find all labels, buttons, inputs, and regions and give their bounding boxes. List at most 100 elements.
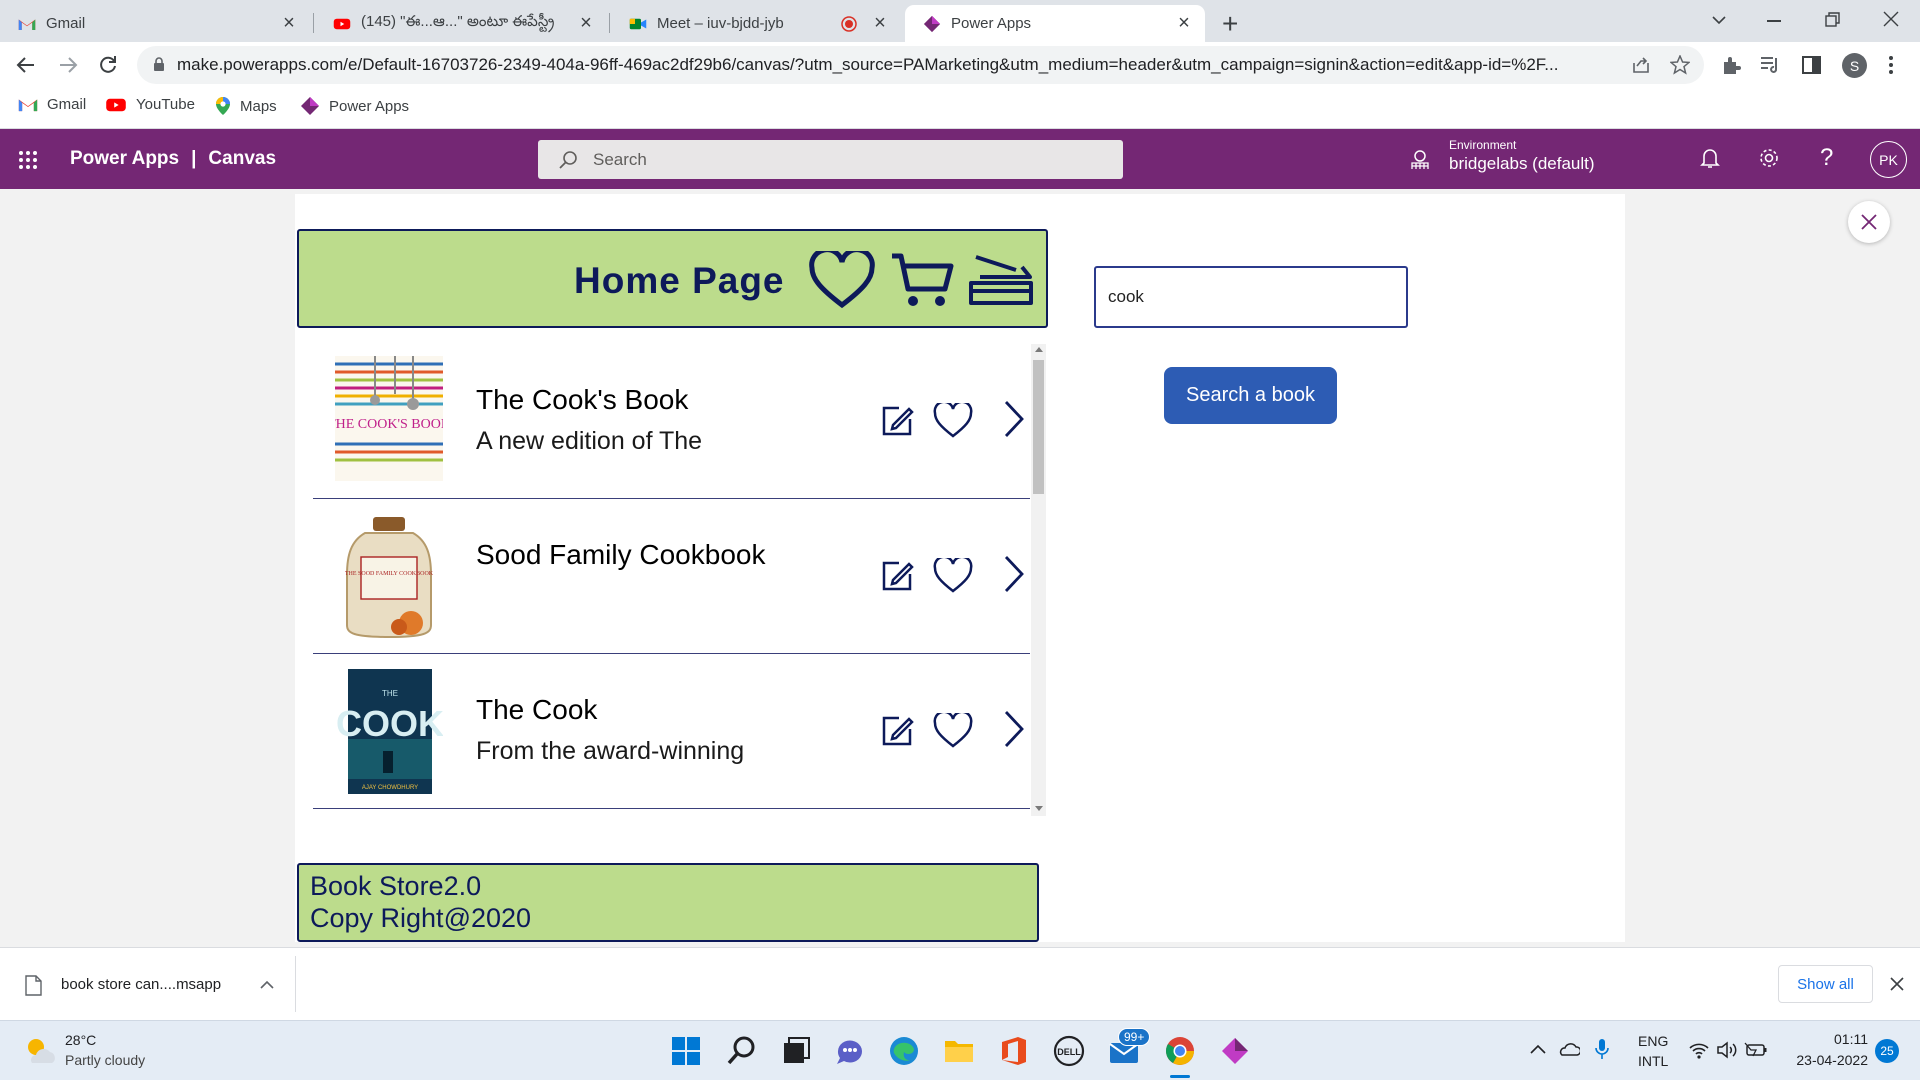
search-placeholder: Search [593,149,647,169]
footer-line2: Copy Right@2020 [310,903,532,933]
gallery-scrollbar[interactable] [1031,344,1046,816]
scroll-up-icon[interactable] [1035,347,1043,353]
chrome-icon[interactable] [1164,1035,1196,1067]
chevron-right-icon[interactable] [1003,709,1025,749]
app-launcher-icon[interactable] [18,150,38,170]
back-icon[interactable] [16,55,36,75]
show-all-button[interactable]: Show all [1778,965,1873,1003]
bookmark-maps[interactable]: Maps [215,96,277,116]
search-icon[interactable] [726,1035,758,1067]
gmail-icon [18,19,36,30]
windows-start-icon[interactable] [670,1035,702,1067]
close-tab-icon[interactable]: × [278,12,300,35]
book-search-input[interactable]: cook [1094,266,1408,328]
url-text[interactable]: make.powerapps.com/e/Default-16703726-23… [177,55,1607,75]
show-hidden-icons-icon[interactable] [1530,1043,1546,1055]
help-icon[interactable]: ? [1820,144,1833,172]
weather-temperature[interactable]: 28°C [65,1032,96,1048]
lock-icon[interactable] [153,57,165,72]
close-tab-icon[interactable]: × [1173,12,1195,35]
edit-icon[interactable] [881,403,915,437]
edit-icon[interactable] [881,713,915,747]
bell-icon[interactable] [1700,147,1720,169]
weather-icon[interactable] [22,1035,58,1067]
reload-icon[interactable] [98,55,118,75]
books-stack-icon[interactable] [968,253,1034,307]
scroll-down-icon[interactable] [1035,806,1043,812]
language-line2[interactable]: INTL [1638,1053,1668,1069]
clock-date[interactable]: 23-04-2022 [1768,1052,1868,1068]
svg-text:DELL: DELL [1057,1047,1081,1057]
task-view-icon[interactable] [780,1035,812,1067]
clock-time[interactable]: 01:11 [1788,1031,1868,1047]
list-item[interactable]: THE COOK'S BOOK The Cook's Book A new ed… [313,344,1030,499]
edge-icon[interactable] [888,1035,920,1067]
media-control-icon[interactable] [1760,55,1782,75]
download-bar: book store can....msapp Show all [0,947,1920,1020]
office-icon[interactable] [998,1035,1030,1067]
user-avatar[interactable]: PK [1870,141,1907,178]
minimize-button[interactable] [1767,20,1781,22]
language-line1[interactable]: ENG [1638,1033,1668,1049]
heart-icon[interactable] [933,713,973,749]
scrollbar-thumb[interactable] [1033,360,1044,494]
profile-avatar[interactable]: S [1842,53,1867,78]
powerapps-icon [301,97,319,115]
bookmark-star-icon[interactable] [1670,55,1690,75]
tab-youtube[interactable]: (145) "ఈ...ఆ..." అంటూ ఈపేస్ట్రీ × [315,5,607,42]
heart-icon[interactable] [933,403,973,439]
dell-icon[interactable]: DELL [1053,1035,1085,1067]
favorites-heart-icon[interactable] [809,251,875,309]
book-cover-image: THE COOK'S BOOK [335,356,443,481]
tab-meet[interactable]: Meet – iuv-bjdd-jyb × [611,5,901,42]
bookmark-powerapps[interactable]: Power Apps [300,96,409,116]
file-explorer-icon[interactable] [943,1035,975,1067]
download-file-name[interactable]: book store can....msapp [61,976,221,993]
powerapps-taskbar-icon[interactable] [1219,1035,1251,1067]
edit-icon[interactable] [881,558,915,592]
tab-search-icon[interactable] [1711,13,1727,27]
forward-icon[interactable] [58,55,78,75]
restore-button[interactable] [1825,12,1841,28]
close-tab-icon[interactable]: × [575,12,597,35]
environment-icon[interactable] [1409,149,1431,171]
environment-picker[interactable]: bridgelabs (default) [1449,154,1595,174]
page-title: Home Page [574,260,785,301]
new-tab-button[interactable]: + [1222,8,1238,40]
brand-label[interactable]: Power Apps [70,148,179,170]
teams-chat-icon[interactable] [834,1035,866,1067]
gear-icon[interactable] [1758,147,1780,169]
onedrive-icon[interactable] [1558,1041,1580,1057]
search-icon [559,151,577,169]
heart-icon[interactable] [933,558,973,594]
list-item[interactable]: THE COOK AJAY CHOWDHURY The Cook From th… [313,654,1030,809]
search-book-button[interactable]: Search a book [1164,367,1337,424]
chevron-up-icon[interactable] [260,980,274,990]
tab-powerapps[interactable]: Power Apps × [905,5,1205,42]
battery-icon[interactable] [1744,1041,1768,1059]
volume-icon[interactable] [1716,1041,1738,1059]
close-window-button[interactable] [1883,11,1899,27]
share-icon[interactable] [1631,55,1651,75]
more-menu-icon[interactable] [1888,55,1894,75]
chevron-right-icon[interactable] [1003,554,1025,594]
wifi-icon[interactable] [1688,1041,1710,1059]
chevron-right-icon[interactable] [1003,399,1025,439]
notification-badge[interactable]: 25 [1875,1039,1899,1063]
microphone-icon[interactable] [1595,1038,1609,1060]
weather-description[interactable]: Partly cloudy [65,1052,145,1068]
address-bar[interactable]: make.powerapps.com/e/Default-16703726-23… [137,46,1704,84]
close-preview-button[interactable] [1848,201,1890,243]
tab-gmail[interactable]: Gmail × [0,5,310,42]
list-item[interactable]: THE SOOD FAMILY COOKBOOK Sood Family Coo… [313,499,1030,654]
header-search-input[interactable]: Search [538,140,1123,179]
close-tab-icon[interactable]: × [869,12,891,35]
extensions-icon[interactable] [1720,54,1742,76]
close-download-bar-icon[interactable] [1890,977,1904,991]
tab-title: Meet – iuv-bjdd-jyb [657,15,784,32]
bookmark-youtube[interactable]: YouTube [105,96,195,113]
environment-label: Environment [1449,138,1517,152]
bookmark-gmail[interactable]: Gmail [18,96,86,113]
cart-icon[interactable] [890,251,954,309]
side-panel-icon[interactable] [1802,55,1822,75]
